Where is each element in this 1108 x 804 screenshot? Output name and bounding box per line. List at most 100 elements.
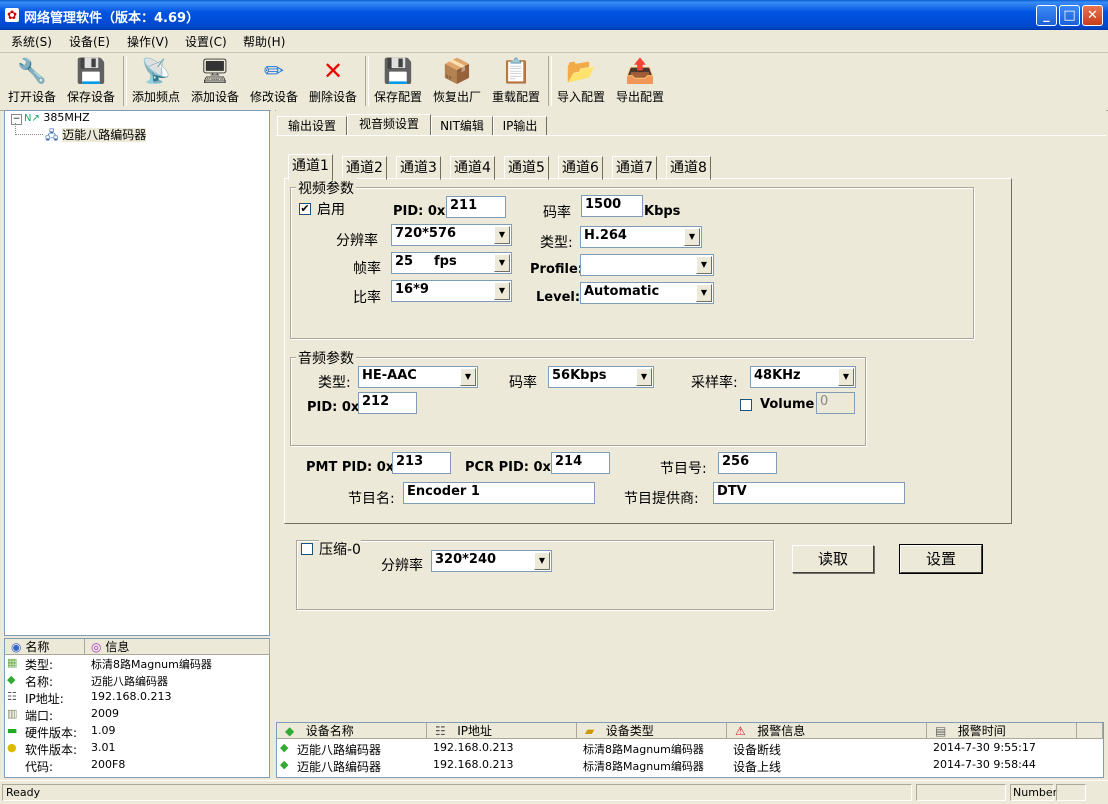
splitter[interactable] (271, 110, 275, 778)
col-alarm-info[interactable]: ⚠ 报警信息 (727, 723, 927, 739)
audio-type-label: 类型: (318, 375, 351, 391)
compress-checkbox[interactable] (301, 543, 313, 555)
toolbar: 🔧 打开设备 💾 保存设备 📡 添加频点 🖥 添加设备 ✏ 修改设备 ✕ 删除设备 💾 保存配… (0, 52, 1108, 111)
profile-label: Profile: (530, 262, 583, 277)
chevron-down-icon[interactable]: ▼ (838, 368, 854, 386)
chevron-down-icon[interactable]: ▼ (636, 368, 652, 386)
menu-device[interactable]: 设备(E) (69, 33, 110, 50)
audio-bitrate-label: 码率 (509, 375, 537, 391)
col-device-name[interactable]: ◆ 设备名称 (277, 723, 427, 739)
close-button[interactable]: ✕ (1082, 5, 1103, 26)
tree-root-node[interactable]: N↗ 385MHZ (24, 111, 90, 124)
col-alarm-time[interactable]: ▤ 报警时间 (927, 723, 1077, 739)
resolution-select[interactable]: 720*576 ▼ (391, 224, 512, 246)
tree-device-node[interactable]: 🖧 迈能八路编码器 (45, 126, 147, 147)
tab-channel-3[interactable]: 通道3 (396, 156, 441, 180)
device-tree[interactable]: − N↗ 385MHZ 🖧 迈能八路编码器 (4, 110, 270, 636)
export-config-button[interactable]: 📤 导出配置 (611, 54, 669, 108)
tab-ip-output[interactable]: IP输出 (493, 116, 547, 135)
menu-help[interactable]: 帮助(H) (243, 33, 285, 50)
eye-icon: ◎ (91, 640, 102, 654)
volume-label: Volume (760, 397, 815, 412)
pmt-pid-input[interactable]: 213 (392, 452, 451, 474)
tab-channel-8[interactable]: 通道8 (666, 156, 711, 180)
col-ip[interactable]: ☷ IP地址 (427, 723, 577, 739)
tab-channel-7[interactable]: 通道7 (612, 156, 657, 180)
menu-bar: 系统(S) 设备(E) 操作(V) 设置(C) 帮助(H) (0, 30, 1108, 53)
video-bitrate-input[interactable]: 1500 (581, 195, 643, 217)
alarm-list[interactable]: ◆ 设备名称 ☷ IP地址 ▰ 设备类型 ⚠ 报警信息 ▤ 报警时间 ◆ 迈能八… (276, 722, 1104, 778)
folder-open-icon: 📂 (566, 57, 596, 85)
audio-pid-input[interactable]: 212 (358, 392, 417, 414)
read-button[interactable]: 读取 (792, 545, 874, 573)
provider-label: 节目提供商: (624, 491, 699, 507)
video-type-select[interactable]: H.264 ▼ (580, 226, 702, 248)
chevron-down-icon[interactable]: ▼ (494, 226, 510, 244)
import-config-button[interactable]: 📂 导入配置 (552, 54, 610, 108)
audio-type-select[interactable]: HE-AAC ▼ (358, 366, 478, 388)
chevron-down-icon[interactable]: ▼ (684, 228, 700, 246)
status-text: Ready (2, 784, 912, 801)
level-select[interactable]: Automatic ▼ (580, 282, 714, 304)
chevron-down-icon[interactable]: ▼ (494, 254, 510, 272)
alarm-icon: ⚠ (735, 724, 746, 738)
save-device-button[interactable]: 💾 保存设备 (62, 54, 120, 108)
status-pane (916, 784, 1006, 801)
info-icon: ◉ (11, 640, 22, 654)
title-bar[interactable]: ✿ 网络管理软件（版本：4.69） _ □ ✕ (0, 0, 1108, 30)
floppy-icon: 💾 (76, 57, 106, 85)
col-device-type[interactable]: ▰ 设备类型 (577, 723, 727, 739)
table-row[interactable]: ◆ 迈能八路编码器 192.168.0.213 标清8路Magnum编码器 设备… (277, 758, 1103, 775)
add-device-button[interactable]: 🖥 添加设备 (186, 54, 244, 108)
menu-operation[interactable]: 操作(V) (127, 33, 169, 50)
clipboard-icon: 📋 (501, 57, 531, 85)
provider-input[interactable]: DTV (713, 482, 905, 504)
samplerate-select[interactable]: 48KHz ▼ (750, 366, 856, 388)
wrench-icon: 🔧 (17, 57, 47, 85)
tab-nit-edit[interactable]: NIT编辑 (431, 116, 493, 135)
minimize-button[interactable]: _ (1036, 5, 1057, 26)
tab-output-settings[interactable]: 输出设置 (277, 116, 347, 135)
reload-config-button[interactable]: 📋 重载配置 (487, 54, 545, 108)
add-frequency-button[interactable]: 📡 添加频点 (127, 54, 185, 108)
framerate-select[interactable]: 25 fps ▼ (391, 252, 512, 274)
resolution-label: 分辨率 (336, 233, 378, 249)
video-type-label: 类型: (540, 235, 573, 251)
tab-channel-5[interactable]: 通道5 (504, 156, 549, 180)
chevron-down-icon[interactable]: ▼ (460, 368, 476, 386)
table-row[interactable]: ◆ 迈能八路编码器 192.168.0.213 标清8路Magnum编码器 设备… (277, 741, 1103, 758)
info-header-name[interactable]: ◉ 名称 (5, 639, 85, 655)
delete-device-button[interactable]: ✕ 删除设备 (304, 54, 362, 108)
chevron-down-icon[interactable]: ▼ (534, 552, 550, 570)
tab-channel-2[interactable]: 通道2 (342, 156, 387, 180)
col-filler (1077, 723, 1103, 739)
chevron-down-icon[interactable]: ▼ (696, 256, 712, 274)
profile-select[interactable]: ▼ (580, 254, 714, 276)
audio-bitrate-select[interactable]: 56Kbps ▼ (548, 366, 654, 388)
maximize-button[interactable]: □ (1059, 5, 1080, 26)
volume-checkbox[interactable] (740, 399, 752, 411)
chevron-down-icon[interactable]: ▼ (494, 282, 510, 300)
info-header-value[interactable]: ◎ 信息 (85, 639, 270, 655)
chevron-down-icon[interactable]: ▼ (696, 284, 712, 302)
program-number-input[interactable]: 256 (718, 452, 777, 474)
compress-resolution-select[interactable]: 320*240 ▼ (431, 550, 552, 572)
modify-device-button[interactable]: ✏ 修改设备 (245, 54, 303, 108)
open-device-button[interactable]: 🔧 打开设备 (3, 54, 61, 108)
ratio-select[interactable]: 16*9 ▼ (391, 280, 512, 302)
enable-checkbox[interactable]: ✔ (299, 203, 311, 215)
tab-channel-6[interactable]: 通道6 (558, 156, 603, 180)
pcr-pid-input[interactable]: 214 (551, 452, 610, 474)
set-button[interactable]: 设置 (899, 544, 983, 574)
tab-av-settings[interactable]: 视音频设置 (347, 114, 431, 135)
tab-channel-4[interactable]: 通道4 (450, 156, 495, 180)
factory-reset-button[interactable]: 📦 恢复出厂 (428, 54, 486, 108)
menu-settings[interactable]: 设置(C) (185, 33, 227, 50)
monitor-icon: 🖥 (199, 57, 231, 85)
program-name-input[interactable]: Encoder 1 (403, 482, 595, 504)
save-config-button[interactable]: 💾 保存配置 (369, 54, 427, 108)
status-pane (1056, 784, 1086, 801)
video-pid-input[interactable]: 211 (446, 196, 506, 218)
tab-channel-1[interactable]: 通道1 (288, 154, 333, 181)
menu-system[interactable]: 系统(S) (11, 33, 52, 50)
